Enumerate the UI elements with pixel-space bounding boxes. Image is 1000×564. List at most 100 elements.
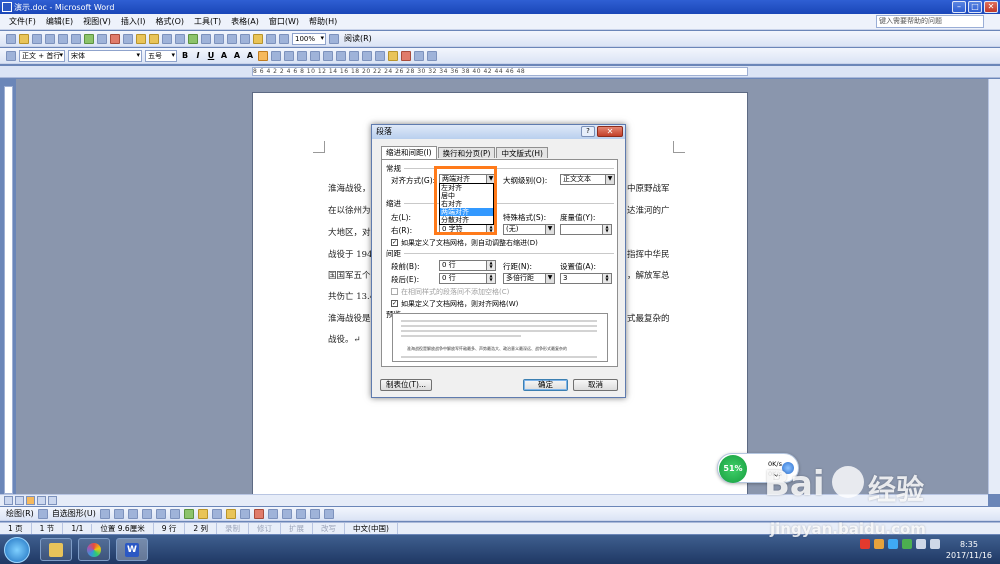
shadow-icon[interactable] — [309, 508, 320, 519]
spinner-icon[interactable]: ▲ ▼ — [602, 274, 611, 283]
highlight-icon[interactable] — [388, 50, 398, 61]
columns-icon[interactable] — [240, 33, 250, 44]
print-preview-icon[interactable] — [71, 33, 81, 44]
horizontal-ruler[interactable]: 8 6 4 2 2 4 6 8 10 12 14 16 18 20 22 24 … — [252, 67, 748, 76]
zoom-select[interactable]: 100% — [292, 32, 326, 45]
antivirus-icon[interactable] — [860, 539, 870, 549]
distributed-align-icon[interactable] — [297, 50, 307, 61]
close-window-button[interactable]: ✕ — [984, 1, 998, 13]
new-doc-icon[interactable] — [6, 33, 16, 44]
status-rec[interactable]: 录制 — [217, 523, 250, 534]
print-view-icon[interactable] — [26, 496, 35, 505]
bold-button[interactable]: B — [180, 51, 190, 60]
font-select[interactable]: 宋体 — [68, 49, 142, 62]
arrow-style-icon[interactable] — [295, 508, 306, 519]
menu-window[interactable]: 窗口(W) — [264, 16, 304, 27]
spelling-icon[interactable] — [84, 33, 94, 44]
numbering-icon[interactable] — [323, 50, 333, 61]
chevron-down-icon[interactable]: ▼ — [545, 274, 554, 283]
web-view-icon[interactable] — [15, 496, 24, 505]
justify-align-icon[interactable] — [258, 50, 268, 61]
spinner-icon[interactable]: ▲ ▼ — [486, 261, 495, 270]
menu-table[interactable]: 表格(A) — [226, 16, 264, 27]
accelerator-ball-icon[interactable] — [782, 462, 794, 474]
menu-insert[interactable]: 插入(I) — [116, 16, 151, 27]
draw-menu-button[interactable]: 绘图(R) — [6, 508, 34, 519]
textbox-icon[interactable] — [155, 508, 166, 519]
ime-icon[interactable] — [874, 539, 884, 549]
decrease-indent-icon[interactable] — [349, 50, 359, 61]
style-select[interactable]: 正文 + 首行 — [19, 49, 65, 62]
security-icon[interactable] — [888, 539, 898, 549]
help-icon[interactable] — [329, 33, 339, 44]
outline-level-select[interactable]: 正文文本 ▼ — [560, 174, 615, 185]
horizontal-scrollbar[interactable] — [0, 494, 988, 506]
ok-button[interactable]: 确定 — [523, 379, 568, 391]
menu-tools[interactable]: 工具(T) — [189, 16, 226, 27]
taskbar-browser[interactable] — [78, 538, 110, 561]
format-painter-icon[interactable] — [149, 33, 159, 44]
char-shading-button[interactable]: A — [232, 51, 242, 60]
snap-to-grid-checkbox[interactable]: ✓ — [391, 300, 398, 307]
wordart-icon[interactable] — [169, 508, 180, 519]
space-before-input[interactable]: 0 行 ▲ ▼ — [439, 260, 496, 271]
outside-border-icon[interactable] — [375, 50, 385, 61]
tab-indent-spacing[interactable]: 缩进和间距(I) — [381, 146, 437, 159]
drawing-icon[interactable] — [253, 33, 263, 44]
right-align-icon[interactable] — [284, 50, 294, 61]
insert-excel-icon[interactable] — [227, 33, 237, 44]
diagram-icon[interactable] — [183, 508, 194, 519]
paste-icon[interactable] — [136, 33, 146, 44]
arrow-icon[interactable] — [113, 508, 124, 519]
network-icon[interactable] — [916, 539, 926, 549]
space-after-input[interactable]: 0 行 ▲ ▼ — [439, 273, 496, 284]
rectangle-icon[interactable] — [127, 508, 138, 519]
vertical-ruler[interactable] — [4, 86, 13, 494]
bullets-icon[interactable] — [336, 50, 346, 61]
menu-view[interactable]: 视图(V) — [78, 16, 116, 27]
italic-button[interactable]: I — [193, 51, 203, 60]
no-space-same-style-checkbox[interactable] — [391, 288, 398, 295]
shield-icon[interactable] — [902, 539, 912, 549]
center-align-icon[interactable] — [271, 50, 281, 61]
open-folder-icon[interactable] — [19, 33, 29, 44]
dash-style-icon[interactable] — [281, 508, 292, 519]
phonetic-guide-icon[interactable] — [414, 50, 424, 61]
chevron-down-icon[interactable]: ▼ — [605, 175, 614, 184]
autoshapes-button[interactable]: 自选图形(U) — [52, 508, 96, 519]
tabs-button[interactable]: 制表位(T)... — [380, 379, 432, 391]
line-spacing-icon[interactable] — [310, 50, 320, 61]
oval-icon[interactable] — [141, 508, 152, 519]
tab-asian-typography[interactable]: 中文版式(H) — [496, 147, 548, 158]
spinner-icon[interactable]: ▲ ▼ — [602, 225, 611, 234]
spinner-icon[interactable]: ▲ ▼ — [486, 274, 495, 283]
increase-indent-icon[interactable] — [362, 50, 372, 61]
char-scale-button[interactable]: A — [245, 51, 255, 60]
undo-icon[interactable] — [162, 33, 172, 44]
start-button[interactable] — [4, 537, 30, 563]
char-border-button[interactable]: A — [219, 51, 229, 60]
cancel-button[interactable]: 取消 — [573, 379, 618, 391]
vertical-scrollbar[interactable] — [988, 79, 1000, 494]
tab-line-page-breaks[interactable]: 换行和分页(P) — [437, 147, 496, 158]
menu-edit[interactable]: 编辑(E) — [41, 16, 78, 27]
taskbar-word[interactable]: W — [116, 538, 148, 561]
redo-icon[interactable] — [175, 33, 185, 44]
network-monitor-widget[interactable]: 51% 0K/s 0K/s — [717, 453, 799, 483]
font-size-select[interactable]: 五号 — [145, 49, 177, 62]
font-color-draw-icon[interactable] — [253, 508, 264, 519]
font-color-icon[interactable] — [401, 50, 411, 61]
select-objects-icon[interactable] — [37, 508, 48, 519]
minimize-button[interactable]: – — [952, 1, 966, 13]
line-icon[interactable] — [99, 508, 110, 519]
dialog-close-button[interactable]: ✕ — [597, 126, 623, 137]
taskbar-explorer[interactable] — [40, 538, 72, 561]
line-spacing-select[interactable]: 多倍行距 ▼ — [503, 273, 555, 284]
clock[interactable]: 8:35 2017/11/16 — [946, 539, 992, 561]
insert-table-icon[interactable] — [214, 33, 224, 44]
normal-view-icon[interactable] — [4, 496, 13, 505]
research-icon[interactable] — [97, 33, 107, 44]
menu-help[interactable]: 帮助(H) — [304, 16, 342, 27]
line-color-icon[interactable] — [239, 508, 250, 519]
tables-borders-icon[interactable] — [201, 33, 211, 44]
